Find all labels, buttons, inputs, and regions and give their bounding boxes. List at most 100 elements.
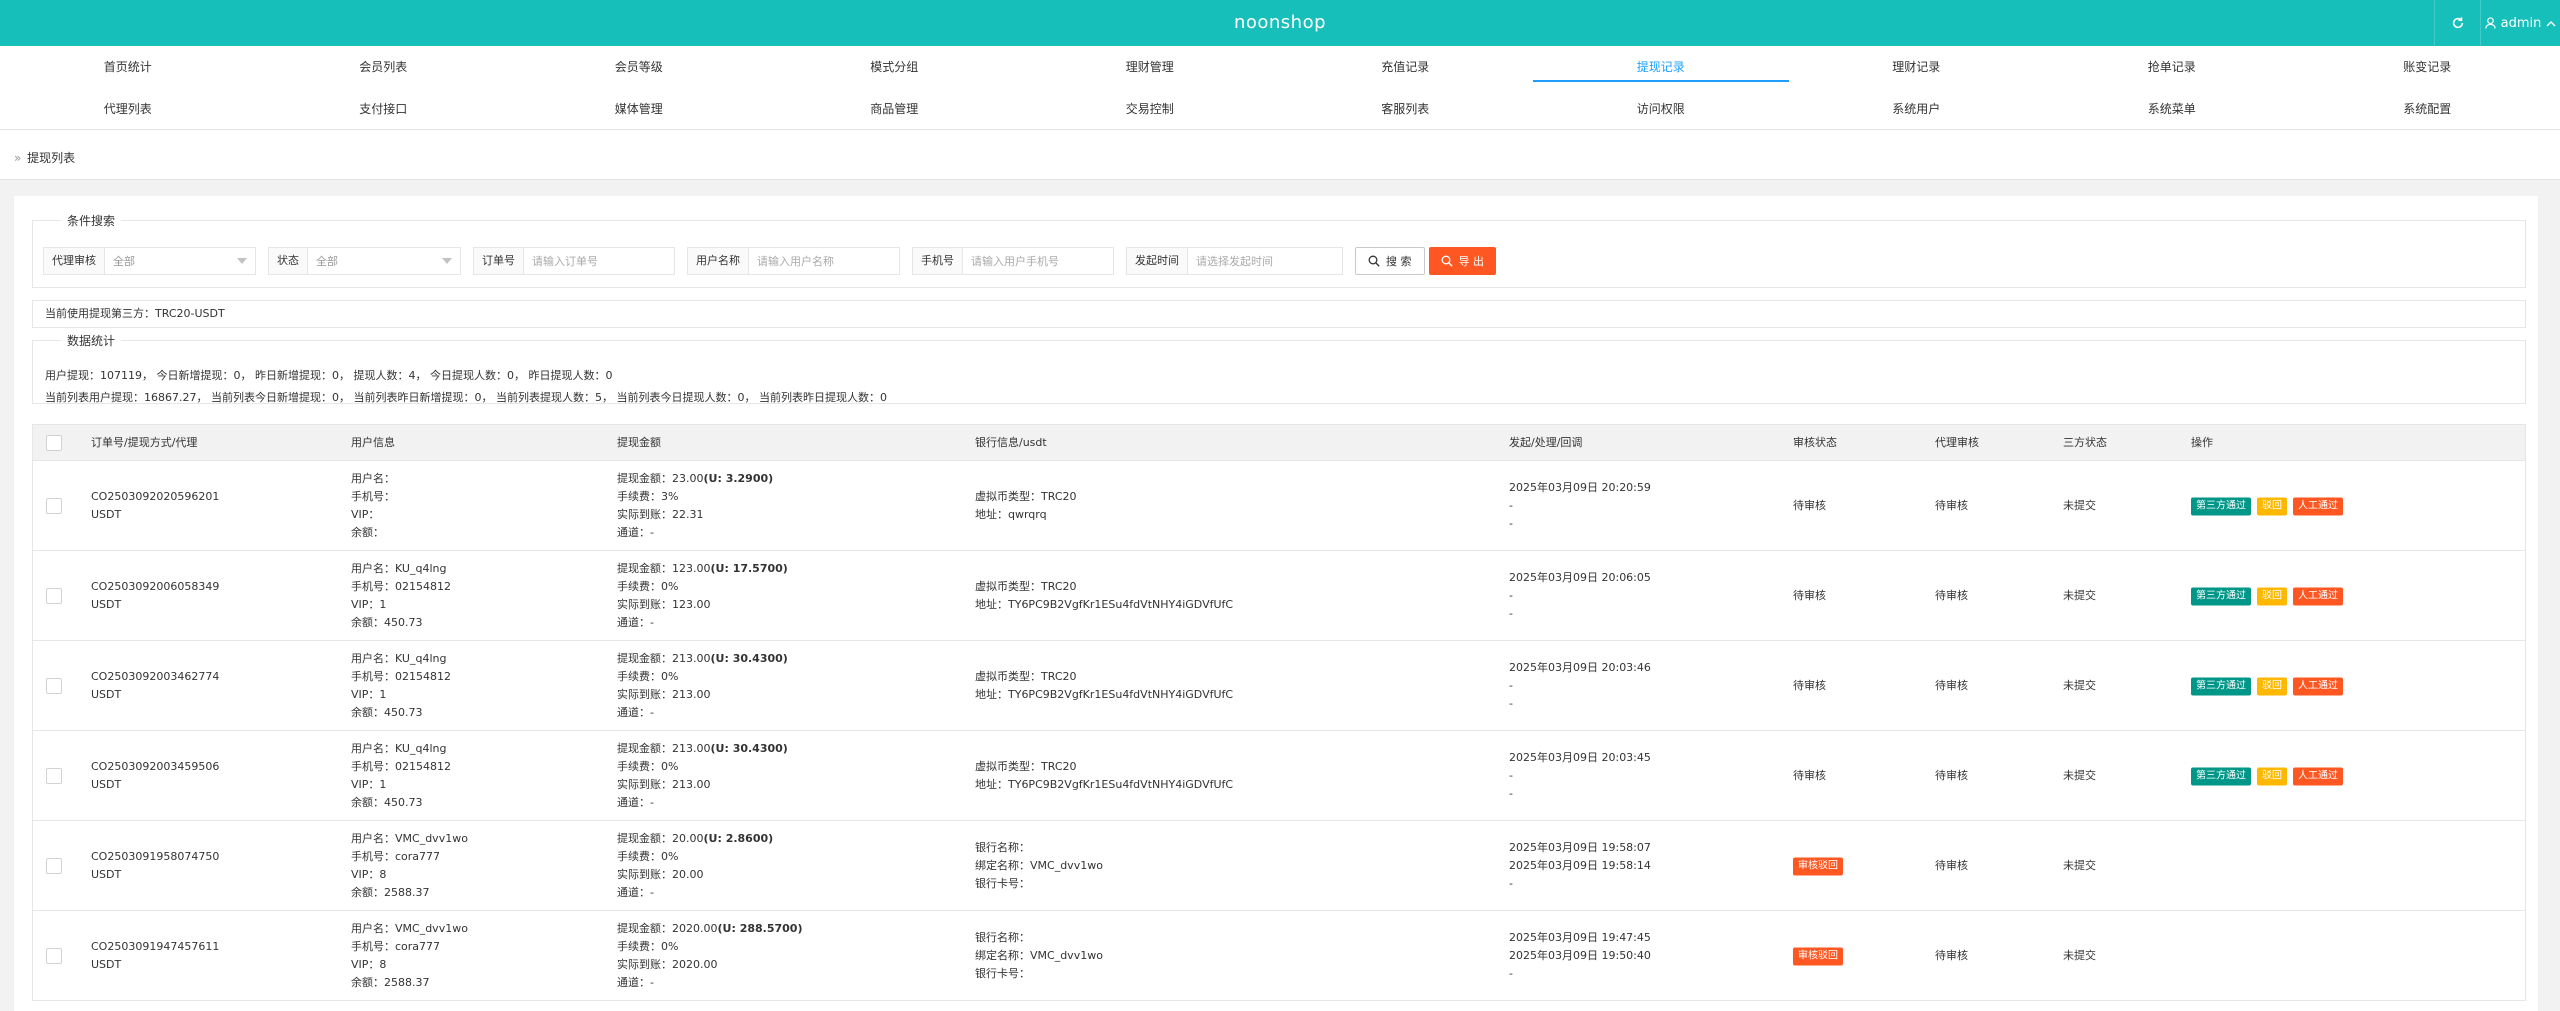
reject-button[interactable]: 驳回: [2257, 677, 2287, 695]
fee: 手续费：0%: [617, 939, 679, 953]
user-vip: VIP：1: [351, 597, 387, 611]
nav-row-1: 首页统计 会员列表 会员等级 模式分组 理财管理 充值记录 提现记录 理财记录 …: [0, 46, 2560, 88]
row-checkbox[interactable]: [46, 947, 62, 964]
amount-cell: 提现金额：213.00(U: 30.4300) 手续费：0% 实际到账：213.…: [617, 740, 788, 812]
review-status-cell: 审核驳回: [1793, 946, 1849, 965]
created-time: 2025年03月09日 19:58:07: [1509, 840, 1651, 854]
withdraw-amount: 提现金额：213.00: [617, 741, 711, 755]
admin-menu[interactable]: admin: [2480, 0, 2560, 46]
row-checkbox[interactable]: [46, 857, 62, 874]
third-party-status: 未提交: [2063, 498, 2096, 512]
table-row: CO2503092003459506 USDT 用户名：KU_q4lng 手机号…: [33, 731, 2525, 821]
nav-item-system-config[interactable]: 系统配置: [2300, 88, 2556, 130]
order-number: CO2503092020596201: [91, 489, 220, 503]
manual-pass-button[interactable]: 人工通过: [2293, 587, 2343, 605]
nav-item-media-manage[interactable]: 媒体管理: [511, 88, 767, 130]
row-checkbox[interactable]: [46, 677, 62, 694]
export-button[interactable]: 导 出: [1428, 247, 1496, 275]
col-bank: 银行信息/usdt: [975, 436, 1047, 449]
wallet-address: 地址：TY6PC9B2VgfKr1ESu4fdVtNHY4iGDVfUfC: [975, 777, 1234, 791]
order-number: CO2503092003459506: [91, 759, 220, 773]
nav-item-member-level[interactable]: 会员等级: [511, 46, 767, 88]
agent-review-select[interactable]: 全部: [105, 248, 255, 274]
nav-item-finance-manage[interactable]: 理财管理: [1022, 46, 1278, 88]
search-button-label: 搜 索: [1386, 255, 1412, 268]
select-all-checkbox[interactable]: [46, 435, 62, 451]
withdraw-amount: 提现金额：23.00: [617, 471, 704, 485]
user-balance: 余额：450.73: [351, 705, 423, 719]
bank-name: 银行名称：: [975, 930, 1030, 944]
processed-time: -: [1509, 678, 1513, 692]
nav-item-account-change-records[interactable]: 账变记录: [2300, 46, 2556, 88]
nav-item-recharge-records[interactable]: 充值记录: [1278, 46, 1534, 88]
status-select[interactable]: 全部: [308, 248, 460, 274]
username-input[interactable]: [749, 248, 899, 274]
callback-time: -: [1509, 876, 1513, 890]
third-party-pass-button[interactable]: 第三方通过: [2191, 497, 2251, 515]
amount-cell: 提现金额：20.00(U: 2.8600) 手续费：0% 实际到账：20.00 …: [617, 830, 773, 902]
callback-time: -: [1509, 786, 1513, 800]
withdraw-method: USDT: [91, 597, 122, 611]
times-cell: 2025年03月09日 20:06:05 - -: [1509, 569, 1651, 623]
user-balance: 余额：2588.37: [351, 885, 430, 899]
user-vip: VIP：1: [351, 777, 387, 791]
manual-pass-button[interactable]: 人工通过: [2293, 677, 2343, 695]
col-actions: 操作: [2191, 436, 2213, 449]
actual-amount: 实际到账：20.00: [617, 867, 704, 881]
nav-item-service-list[interactable]: 客服列表: [1278, 88, 1534, 130]
col-order: 订单号/提现方式/代理: [91, 436, 198, 449]
third-party-pass-button[interactable]: 第三方通过: [2191, 767, 2251, 785]
nav-item-mode-group[interactable]: 模式分组: [767, 46, 1023, 88]
nav-item-system-users[interactable]: 系统用户: [1789, 88, 2045, 130]
manual-pass-button[interactable]: 人工通过: [2293, 767, 2343, 785]
nav-item-payment-api[interactable]: 支付接口: [256, 88, 512, 130]
nav-item-product-manage[interactable]: 商品管理: [767, 88, 1023, 130]
agent-review-status: 待审核: [1935, 768, 1968, 782]
reject-button[interactable]: 驳回: [2257, 767, 2287, 785]
order-number: CO2503092006058349: [91, 579, 220, 593]
third-party-status: 未提交: [2063, 858, 2096, 872]
reject-button[interactable]: 驳回: [2257, 587, 2287, 605]
reject-button[interactable]: 驳回: [2257, 497, 2287, 515]
order-number: CO2503092003462774: [91, 669, 220, 683]
nav-item-member-list[interactable]: 会员列表: [256, 46, 512, 88]
fee: 手续费：0%: [617, 849, 679, 863]
nav-item-system-menu[interactable]: 系统菜单: [2044, 88, 2300, 130]
usdt-amount: (U: 30.4300): [710, 741, 788, 755]
export-button-label: 导 出: [1458, 255, 1485, 268]
search-button[interactable]: 搜 索: [1355, 247, 1425, 275]
order-no-input[interactable]: [524, 248, 674, 274]
user-phone: 手机号：02154812: [351, 579, 451, 593]
col-third: 三方状态: [2063, 436, 2107, 449]
nav-item-trade-control[interactable]: 交易控制: [1022, 88, 1278, 130]
order-cell: CO2503092003459506 USDT: [91, 758, 219, 794]
withdraw-amount: 提现金额：2020.00: [617, 921, 718, 935]
withdraw-method: USDT: [91, 867, 122, 881]
manual-pass-button[interactable]: 人工通过: [2293, 497, 2343, 515]
refresh-button[interactable]: [2434, 0, 2480, 46]
order-no-label: 订单号: [474, 248, 524, 274]
username-label: 用户名称: [688, 248, 749, 274]
time-input[interactable]: [1188, 248, 1342, 274]
search-legend: 条件搜索: [67, 214, 116, 228]
nav-item-home-stats[interactable]: 首页统计: [0, 46, 256, 88]
brand-title: noonshop: [1233, 12, 1327, 33]
nav-item-agent-list[interactable]: 代理列表: [0, 88, 256, 130]
user-vip: VIP：8: [351, 867, 387, 881]
channel: 通道：-: [617, 795, 654, 809]
fee: 手续费：0%: [617, 669, 679, 683]
user-vip: VIP：1: [351, 687, 387, 701]
third-party-pass-button[interactable]: 第三方通过: [2191, 587, 2251, 605]
nav-item-finance-records[interactable]: 理财记录: [1789, 46, 2045, 88]
phone-input[interactable]: [963, 248, 1113, 274]
third-party-pass-button[interactable]: 第三方通过: [2191, 677, 2251, 695]
row-checkbox[interactable]: [46, 497, 62, 514]
agent-review-status: 待审核: [1935, 588, 1968, 602]
row-checkbox[interactable]: [46, 587, 62, 604]
review-status: 待审核: [1793, 768, 1826, 782]
nav-item-access-rights[interactable]: 访问权限: [1533, 88, 1789, 130]
nav-item-grab-order-records[interactable]: 抢单记录: [2044, 46, 2300, 88]
phone-filter: 手机号: [912, 247, 1114, 275]
row-checkbox[interactable]: [46, 767, 62, 784]
nav-item-withdraw-records[interactable]: 提现记录: [1533, 46, 1789, 88]
